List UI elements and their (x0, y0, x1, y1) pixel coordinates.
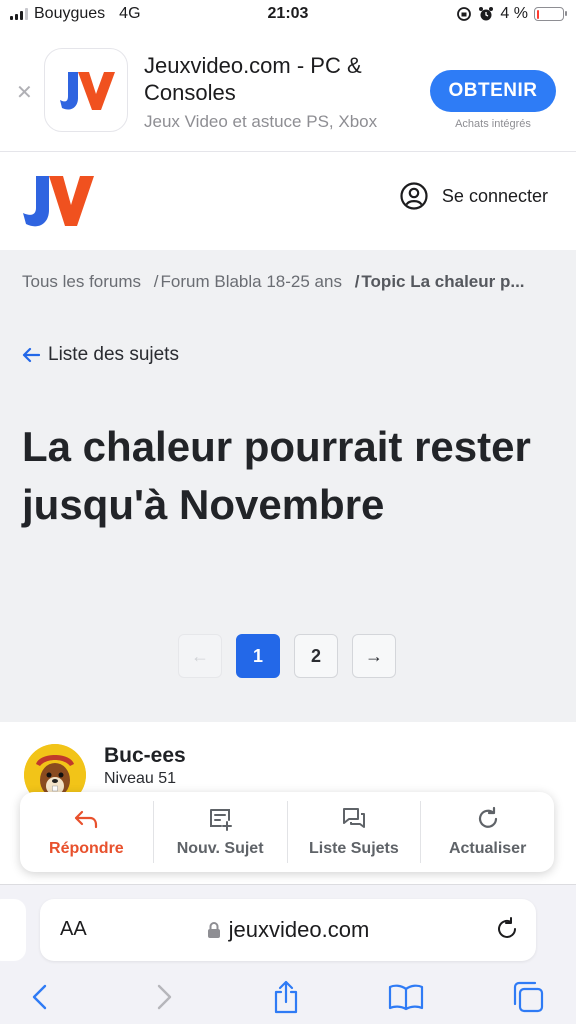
app-subtitle: Jeux Video et astuce PS, Xbox (144, 112, 378, 131)
share-icon (274, 980, 298, 1014)
chevron-right-icon (157, 984, 172, 1010)
pagination: ← 1 2 → (178, 634, 396, 678)
jv-logo-icon (23, 176, 94, 227)
tabs-icon (513, 981, 544, 1013)
login-button[interactable]: Se connecter (400, 182, 548, 210)
book-icon (388, 984, 424, 1011)
app-banner: ✕ Jeuxvideo.com - PC & Consoles Jeux Vid… (0, 30, 576, 152)
breadcrumb-item-forums[interactable]: Tous les forums (22, 272, 141, 291)
new-topic-icon (210, 809, 233, 831)
battery-percent: 4 % (500, 5, 528, 22)
site-header: Se connecter (0, 152, 576, 250)
reply-label: Répondre (49, 840, 124, 857)
breadcrumb-item-topic: Topic La chaleur p... (361, 272, 525, 291)
breadcrumb-item-forum[interactable]: Forum Blabla 18-25 ans (161, 272, 342, 291)
share-button[interactable] (266, 977, 306, 1017)
topic-header: Tous les forums / Forum Blabla 18-25 ans … (0, 250, 576, 722)
bookmarks-button[interactable] (386, 977, 426, 1017)
alarm-icon (479, 7, 494, 21)
tabs-button[interactable] (508, 977, 548, 1017)
user-icon (400, 182, 428, 210)
topic-list-icon (342, 808, 365, 828)
browser-toolbar (0, 977, 576, 1017)
status-right: 4 % (456, 5, 567, 23)
page-2-button[interactable]: 2 (294, 634, 338, 678)
breadcrumb: Tous les forums / Forum Blabla 18-25 ans … (22, 272, 562, 292)
app-icon[interactable] (44, 48, 128, 132)
arrow-left-icon (22, 347, 40, 363)
battery-fill (536, 9, 539, 19)
url-text: jeuxvideo.com (228, 917, 370, 942)
status-bar: Bouygues 4G 21:03 4 % (0, 0, 576, 30)
author-name[interactable]: Buc-ees (104, 744, 186, 768)
next-page-button[interactable]: → (352, 634, 396, 678)
page-title: La chaleur pourrait rester jusqu'à Novem… (22, 423, 531, 528)
back-link-label: Liste des sujets (48, 344, 179, 365)
topic-action-bar: Répondre Nouv. Sujet Liste Sujets Actual… (20, 792, 554, 872)
site-logo[interactable] (20, 172, 96, 235)
topic-list-button[interactable]: Liste Sujets (286, 801, 421, 863)
refresh-button[interactable]: Actualiser (420, 801, 554, 863)
url-display[interactable]: jeuxvideo.com (40, 917, 536, 943)
breadcrumb-separator: / (354, 272, 360, 291)
chevron-left-icon (32, 984, 47, 1010)
new-topic-label: Nouv. Sujet (176, 840, 264, 857)
author-level: Niveau 51 (104, 770, 177, 787)
reply-icon (75, 810, 98, 829)
refresh-icon (478, 806, 497, 828)
reload-icon[interactable] (494, 916, 520, 942)
back-button[interactable] (20, 977, 60, 1017)
breadcrumb-separator: / (153, 272, 159, 291)
topic-list-label: Liste Sujets (308, 840, 399, 857)
refresh-label: Actualiser (448, 840, 527, 857)
lock-icon (207, 922, 220, 938)
login-label: Se connecter (441, 185, 548, 206)
back-to-topics-link[interactable]: Liste des sujets (22, 344, 179, 366)
battery-icon (534, 7, 567, 21)
page-1-button[interactable]: 1 (236, 634, 280, 678)
address-bar[interactable]: AA jeuxvideo.com (40, 899, 536, 961)
forward-button[interactable] (144, 977, 184, 1017)
previous-tab-preview[interactable] (0, 899, 26, 961)
jv-logo-icon (60, 72, 115, 110)
get-app-button[interactable]: OBTENIR (430, 70, 556, 112)
prev-page-button: ← (178, 634, 222, 678)
app-title: Jeuxvideo.com - PC & Consoles (144, 53, 362, 105)
new-topic-button[interactable]: Nouv. Sujet (152, 801, 287, 863)
in-app-purchases-note: Achats intégrés (455, 118, 531, 130)
reply-button[interactable]: Répondre (20, 801, 153, 863)
browser-bottom-bar: AA jeuxvideo.com (0, 884, 576, 1024)
close-icon[interactable]: ✕ (16, 80, 33, 105)
orientation-lock-icon (457, 7, 472, 21)
